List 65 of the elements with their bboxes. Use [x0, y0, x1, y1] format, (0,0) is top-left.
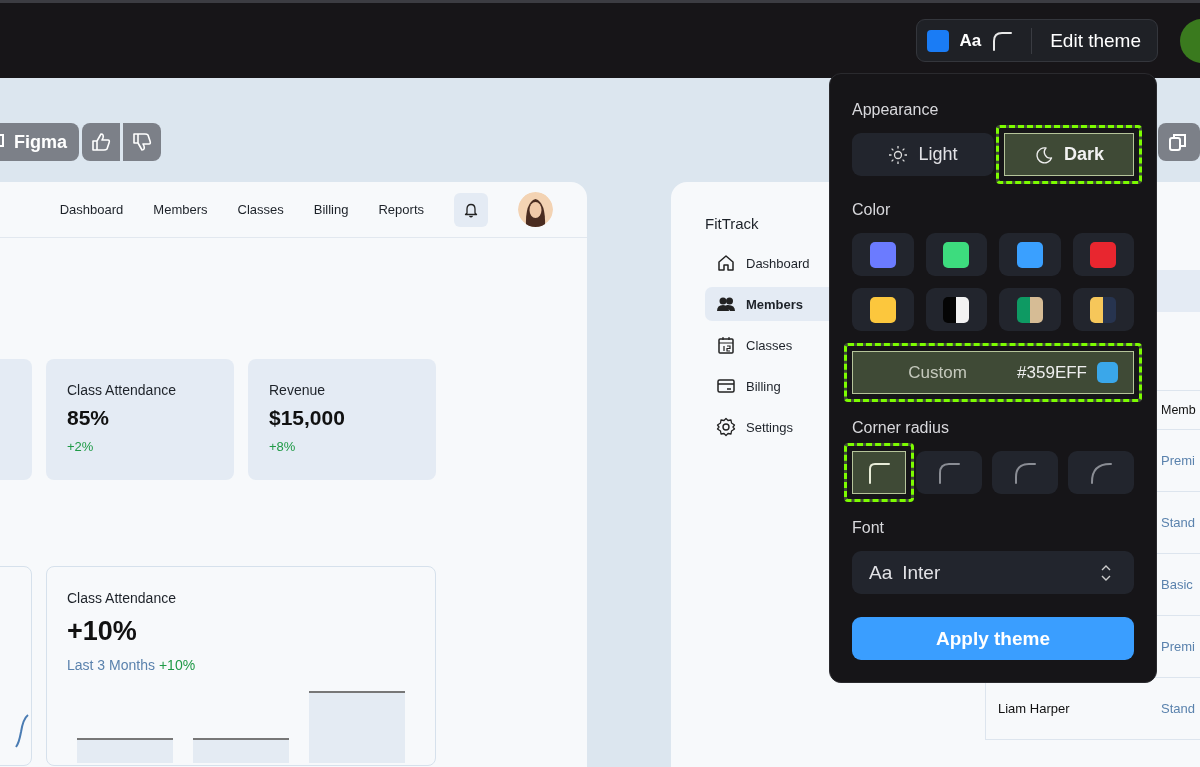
nav-link[interactable]: Dashboard — [59, 202, 124, 217]
section-title: Corner radius — [852, 419, 950, 437]
corner-radius-option[interactable] — [844, 443, 914, 502]
font-sample: Aa — [959, 30, 982, 51]
thumbs-down-icon — [132, 132, 152, 152]
moon-icon — [1034, 144, 1054, 165]
table-cell: Stand — [1161, 515, 1195, 530]
avatar[interactable] — [518, 192, 553, 227]
color-option[interactable] — [852, 233, 914, 276]
nav-link[interactable]: Billing — [313, 202, 349, 217]
corner-radius-icon — [991, 29, 1014, 52]
font-select[interactable]: Aa Inter — [852, 551, 1134, 594]
color-option[interactable] — [925, 233, 987, 276]
copy-button[interactable] — [1158, 123, 1200, 161]
corner-radius-icon — [1090, 461, 1112, 484]
section-title: Color — [852, 201, 892, 219]
nav-link[interactable]: Reports — [378, 202, 424, 217]
thumbs-up-icon — [91, 132, 111, 152]
corner-radius-icon — [938, 461, 960, 484]
stat-title: Class Attendance — [67, 382, 177, 398]
line-chart-drawing — [15, 714, 29, 748]
calendar-icon — [716, 335, 736, 355]
chart-delta: +10% — [158, 657, 196, 673]
appearance-option[interactable]: Light — [852, 133, 994, 176]
app-name: FitTrack — [705, 215, 760, 232]
stat-value: $15,000 — [269, 406, 346, 430]
color-option[interactable] — [1072, 288, 1134, 331]
chart-value: +10% — [67, 616, 138, 647]
color-option[interactable] — [852, 288, 914, 331]
column-header: Memb — [1161, 403, 1196, 417]
custom-color-option[interactable]: Custom #359EFF — [844, 343, 1142, 402]
home-icon — [716, 253, 736, 273]
settings-icon — [716, 417, 736, 437]
nav-link[interactable]: Classes — [237, 202, 284, 217]
color-option[interactable] — [1072, 233, 1134, 276]
stat-title: Revenue — [269, 382, 327, 398]
table-cell: Premi — [1161, 453, 1195, 468]
notifications-button[interactable] — [454, 192, 488, 227]
corner-radius-icon — [868, 461, 890, 484]
table-cell: Basic — [1161, 577, 1193, 592]
stat-value: 85% — [67, 406, 111, 430]
edit-theme-button[interactable]: Aa Edit theme — [916, 19, 1158, 62]
chart-title: Class Attendance — [67, 590, 177, 606]
period-label: Last 3 Months — [67, 657, 155, 673]
table-cell: Premi — [1161, 639, 1195, 654]
color-option[interactable] — [999, 288, 1061, 331]
thumbs-down-button[interactable] — [123, 123, 161, 161]
appearance-option[interactable]: Dark — [996, 125, 1142, 184]
table-cell-text: Liam Harper — [997, 701, 1071, 716]
stat-delta: +8% — [269, 439, 297, 454]
section-title: Appearance — [852, 101, 940, 119]
table-cell: Stand — [1161, 701, 1195, 716]
bell-icon — [463, 201, 479, 218]
nav-link[interactable]: Members — [153, 202, 208, 217]
thumbs-up-button[interactable] — [82, 123, 120, 161]
card-icon — [716, 376, 736, 396]
corner-radius-icon — [1014, 461, 1036, 484]
stat-delta: +2% — [67, 439, 95, 454]
figma-button[interactable]: Figma — [0, 123, 79, 161]
section-title: Font — [852, 519, 885, 537]
sidebar-item[interactable]: Dashboard — [705, 246, 866, 280]
color-option[interactable] — [999, 233, 1061, 276]
color-option[interactable] — [925, 288, 987, 331]
sun-icon — [888, 144, 909, 165]
copy-icon — [1168, 132, 1188, 152]
